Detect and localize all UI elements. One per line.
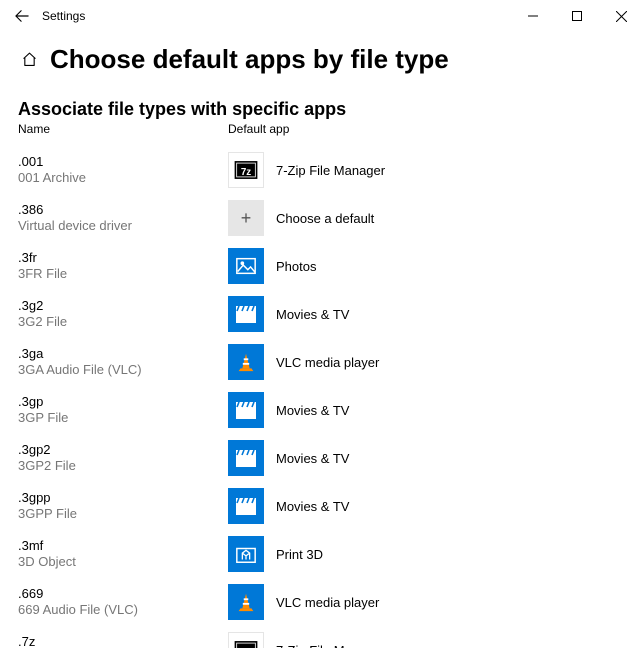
default-app-name: Movies & TV	[276, 499, 349, 514]
minimize-button[interactable]	[511, 2, 555, 30]
file-description: 669 Audio File (VLC)	[18, 603, 220, 617]
content-area: Associate file types with specific apps …	[0, 83, 643, 648]
file-type-info: .669 669 Audio File (VLC)	[18, 587, 228, 617]
default-app-button[interactable]: VLC media player	[228, 342, 379, 382]
file-extension: .3ga	[18, 347, 220, 361]
file-type-row: .3gp2 3GP2 File Movies & TV	[18, 434, 625, 482]
file-extension: .386	[18, 203, 220, 217]
back-arrow-icon	[15, 9, 29, 23]
file-type-info: .001 001 Archive	[18, 155, 228, 185]
column-default-app: Default app	[228, 122, 289, 136]
default-app-button[interactable]: Photos	[228, 246, 316, 286]
file-description: 001 Archive	[18, 171, 220, 185]
movies-tv-icon	[228, 392, 264, 428]
file-type-row: .3gpp 3GPP File Movies & TV	[18, 482, 625, 530]
default-app-name: Movies & TV	[276, 451, 349, 466]
file-type-row: .3mf 3D Object Print 3D	[18, 530, 625, 578]
file-type-info: .3mf 3D Object	[18, 539, 228, 569]
default-app-button[interactable]: 7z 7-Zip File Manager	[228, 150, 385, 190]
default-app-name: Photos	[276, 259, 316, 274]
file-description: 3GA Audio File (VLC)	[18, 363, 220, 377]
column-headers: Name Default app	[18, 122, 625, 136]
section-heading: Associate file types with specific apps	[18, 99, 625, 120]
file-extension: .7z	[18, 635, 220, 648]
print3d-icon	[228, 536, 264, 572]
file-description: 3GPP File	[18, 507, 220, 521]
file-extension: .3gp2	[18, 443, 220, 457]
file-type-row: .3g2 3G2 File Movies & TV	[18, 290, 625, 338]
file-type-row: .7z7z Archive 7z 7-Zip File Manager	[18, 626, 625, 648]
file-extension: .3g2	[18, 299, 220, 313]
default-app-button[interactable]: Movies & TV	[228, 486, 349, 526]
default-app-button[interactable]: Movies & TV	[228, 294, 349, 334]
file-type-info: .7z7z Archive	[18, 635, 228, 648]
movies-tv-icon	[228, 296, 264, 332]
file-extension: .001	[18, 155, 220, 169]
page-title: Choose default apps by file type	[50, 44, 449, 75]
default-app-name: Movies & TV	[276, 307, 349, 322]
movies-tv-icon	[228, 440, 264, 476]
file-extension: .3fr	[18, 251, 220, 265]
vlc-icon	[228, 584, 264, 620]
vlc-icon	[228, 344, 264, 380]
default-app-name: VLC media player	[276, 595, 379, 610]
file-type-row: .3fr 3FR File Photos	[18, 242, 625, 290]
file-type-info: .3gp2 3GP2 File	[18, 443, 228, 473]
maximize-icon	[572, 11, 582, 21]
maximize-button[interactable]	[555, 2, 599, 30]
file-description: Virtual device driver	[18, 219, 220, 233]
column-name: Name	[18, 122, 228, 136]
default-app-button[interactable]: VLC media player	[228, 582, 379, 622]
choose-default-icon: +	[228, 200, 264, 236]
default-app-button[interactable]: + Choose a default	[228, 198, 374, 238]
default-app-name: Choose a default	[276, 211, 374, 226]
file-type-row: .386 Virtual device driver + Choose a def…	[18, 194, 625, 242]
default-app-button[interactable]: Print 3D	[228, 534, 323, 574]
file-extension: .669	[18, 587, 220, 601]
default-app-name: Print 3D	[276, 547, 323, 562]
minimize-icon	[528, 11, 538, 21]
default-app-name: 7-Zip File Manager	[276, 643, 385, 648]
file-type-list: .001001 Archive 7z 7-Zip File Manager.38…	[18, 146, 625, 648]
photos-icon	[228, 248, 264, 284]
file-type-info: .3fr 3FR File	[18, 251, 228, 281]
7zip-icon: 7z	[228, 632, 264, 648]
page-header: Choose default apps by file type	[0, 32, 643, 83]
default-app-button[interactable]: Movies & TV	[228, 438, 349, 478]
file-extension: .3gp	[18, 395, 220, 409]
close-button[interactable]	[599, 2, 643, 30]
file-type-info: .3g2 3G2 File	[18, 299, 228, 329]
file-description: 3G2 File	[18, 315, 220, 329]
file-description: 3GP File	[18, 411, 220, 425]
file-extension: .3gpp	[18, 491, 220, 505]
file-type-info: .3gpp 3GPP File	[18, 491, 228, 521]
default-app-name: 7-Zip File Manager	[276, 163, 385, 178]
file-type-row: .3ga 3GA Audio File (VLC) VLC media playe…	[18, 338, 625, 386]
file-type-row: .669 669 Audio File (VLC) VLC media playe…	[18, 578, 625, 626]
movies-tv-icon	[228, 488, 264, 524]
svg-text:7z: 7z	[241, 167, 251, 178]
7zip-icon: 7z	[228, 152, 264, 188]
file-type-info: .3ga 3GA Audio File (VLC)	[18, 347, 228, 377]
window-controls	[511, 2, 643, 30]
back-button[interactable]	[8, 2, 36, 30]
home-icon	[21, 51, 38, 68]
default-app-name: Movies & TV	[276, 403, 349, 418]
window-title: Settings	[42, 9, 85, 23]
file-description: 3GP2 File	[18, 459, 220, 473]
file-type-row: .3gp 3GP File Movies & TV	[18, 386, 625, 434]
file-description: 3FR File	[18, 267, 220, 281]
file-description: 3D Object	[18, 555, 220, 569]
titlebar: Settings	[0, 0, 643, 32]
default-app-button[interactable]: 7z 7-Zip File Manager	[228, 630, 385, 648]
file-type-info: .3gp 3GP File	[18, 395, 228, 425]
home-button[interactable]	[18, 49, 40, 71]
close-icon	[616, 11, 627, 22]
file-type-info: .386 Virtual device driver	[18, 203, 228, 233]
file-type-row: .001 001 Archive 7z 7-Zip File Manager	[18, 146, 625, 194]
default-app-button[interactable]: Movies & TV	[228, 390, 349, 430]
default-app-name: VLC media player	[276, 355, 379, 370]
file-extension: .3mf	[18, 539, 220, 553]
